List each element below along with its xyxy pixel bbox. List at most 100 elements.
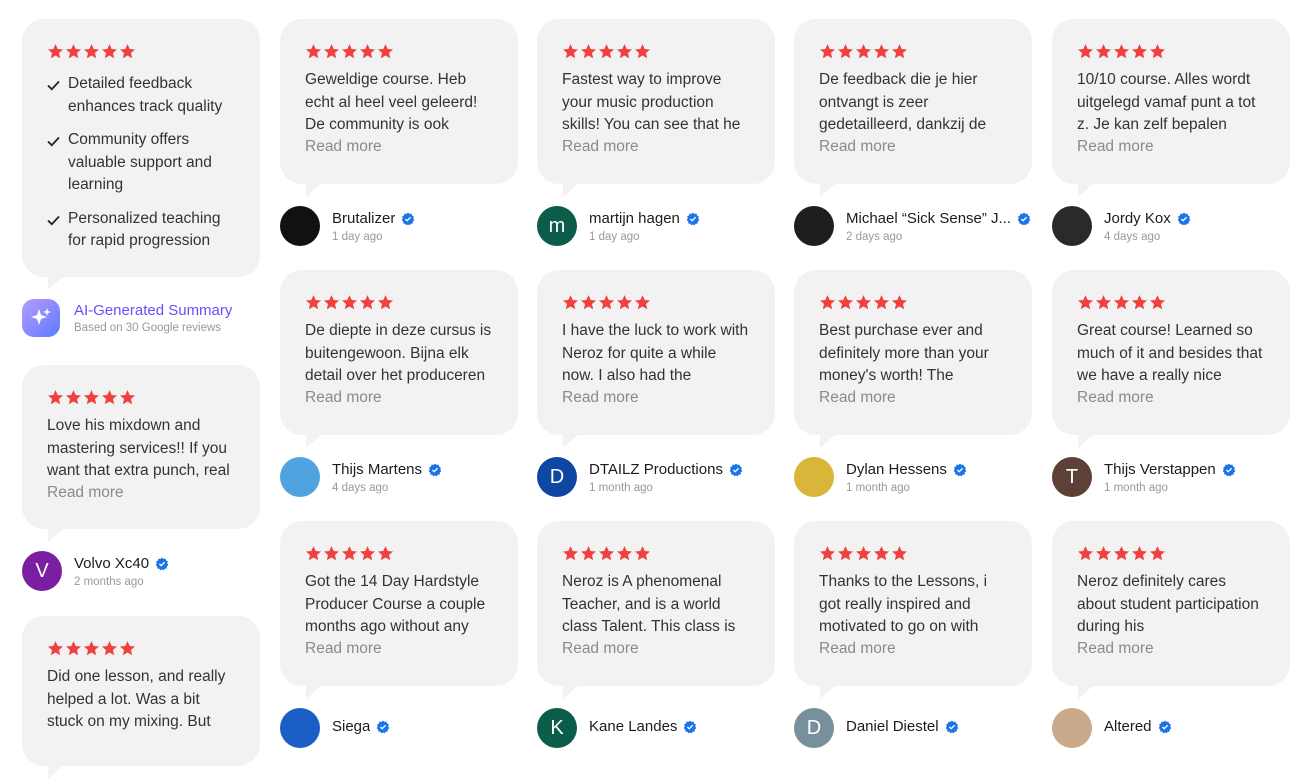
- rating-stars: [305, 294, 494, 314]
- author-name[interactable]: DTAILZ Productions: [589, 460, 723, 479]
- read-more-link[interactable]: Read more: [305, 136, 494, 158]
- review-time: 1 day ago: [332, 231, 383, 243]
- review-card: Neroz definitely cares about student par…: [1052, 521, 1290, 699]
- read-more-link[interactable]: Read more: [1077, 387, 1266, 409]
- verified-badge-icon: [684, 720, 697, 733]
- star-icon: [119, 389, 136, 406]
- avatar: D: [794, 708, 834, 748]
- rating-stars: [1077, 545, 1266, 565]
- author-name[interactable]: Jordy Kox: [1104, 209, 1171, 228]
- verified-badge-icon: [945, 720, 958, 733]
- verified-badge-icon: [1017, 212, 1031, 225]
- rating-stars: [1077, 294, 1266, 314]
- author-name[interactable]: Brutalizer: [332, 209, 395, 228]
- star-icon: [634, 43, 651, 60]
- review-time: 1 month ago: [846, 482, 910, 494]
- star-icon: [891, 43, 908, 60]
- read-more-link[interactable]: Read more: [562, 638, 751, 660]
- verified-badge-icon: [953, 463, 967, 476]
- review-author: Michael “Sick Sense” J... 2 days ago: [794, 205, 1031, 247]
- review-time: 4 days ago: [332, 482, 389, 494]
- author-name[interactable]: Dylan Hessens: [846, 460, 947, 479]
- author-name[interactable]: Thijs Martens: [332, 460, 422, 479]
- star-icon: [598, 294, 615, 311]
- review-author: K Kane Landes: [537, 707, 697, 749]
- rating-stars: [819, 545, 1008, 565]
- review-time: 2 months ago: [74, 576, 144, 588]
- star-icon: [855, 43, 872, 60]
- star-icon: [634, 545, 651, 562]
- summary-point: Detailed feedback enhances track quality: [47, 73, 236, 118]
- review-text: Love his mixdown and mastering services!…: [47, 417, 230, 479]
- review-time: 4 days ago: [1104, 231, 1161, 243]
- author-name[interactable]: Thijs Verstappen: [1104, 460, 1216, 479]
- star-icon: [119, 43, 136, 60]
- review-card: Neroz is A phenomenal Teacher, and is a …: [537, 521, 775, 699]
- author-name[interactable]: Kane Landes: [589, 717, 677, 736]
- author-name[interactable]: martijn hagen: [589, 209, 680, 228]
- read-more-link[interactable]: Read more: [305, 638, 494, 660]
- verified-badge-icon: [155, 557, 169, 570]
- read-more-link[interactable]: Read more: [562, 387, 751, 409]
- read-more-link[interactable]: Read more: [819, 638, 1008, 660]
- read-more-link[interactable]: Read more: [819, 387, 1008, 409]
- star-icon: [359, 43, 376, 60]
- review-card: Love his mixdown and mastering services!…: [22, 365, 260, 542]
- review-text: Did one lesson, and really helped a lot.…: [47, 668, 226, 730]
- read-more-link[interactable]: Read more: [1077, 638, 1266, 660]
- review-text: Geweldige course. Heb echt al heel veel …: [305, 71, 478, 133]
- summary-point: Personalized teaching for rapid progress…: [47, 208, 236, 253]
- author-name[interactable]: Altered: [1104, 717, 1152, 736]
- star-icon: [819, 43, 836, 60]
- author-name[interactable]: Daniel Diestel: [846, 717, 939, 736]
- rating-stars: [305, 43, 494, 63]
- read-more-link[interactable]: Read more: [47, 482, 236, 504]
- masked-photo-avatar: [1052, 206, 1092, 246]
- read-more-link[interactable]: Read more: [1077, 136, 1266, 158]
- star-icon: [101, 389, 118, 406]
- review-card: I have the luck to work with Neroz for q…: [537, 270, 775, 448]
- star-icon: [837, 294, 854, 311]
- star-icon: [1095, 545, 1112, 562]
- ai-summary-subtitle: Based on 30 Google reviews: [74, 322, 222, 334]
- check-icon: [47, 73, 61, 118]
- star-icon: [341, 545, 358, 562]
- star-icon: [1113, 545, 1130, 562]
- star-icon: [1077, 545, 1094, 562]
- verified-badge-icon: [686, 212, 700, 225]
- star-icon: [1077, 294, 1094, 311]
- star-icon: [855, 545, 872, 562]
- star-icon: [598, 545, 615, 562]
- star-icon: [580, 294, 597, 311]
- star-icon: [1149, 545, 1166, 562]
- read-more-link[interactable]: Read more: [305, 387, 494, 409]
- star-icon: [359, 294, 376, 311]
- summary-card: Detailed feedback enhances track quality…: [22, 19, 260, 290]
- avatar: m: [537, 206, 577, 246]
- rating-stars: [47, 640, 236, 660]
- star-icon: [1131, 545, 1148, 562]
- star-icon: [83, 43, 100, 60]
- review-author: D DTAILZ Productions 1 month ago: [537, 456, 743, 498]
- review-time: 1 month ago: [589, 482, 653, 494]
- review-text: 10/10 course. Alles wordt uitgelegd vama…: [1077, 71, 1256, 133]
- summary-point-text: Detailed feedback enhances track quality: [68, 75, 223, 115]
- yellow-photo-avatar: [794, 457, 834, 497]
- verified-badge-icon: [1177, 212, 1191, 225]
- review-author: m martijn hagen 1 day ago: [537, 205, 700, 247]
- read-more-link[interactable]: Read more: [819, 136, 1008, 158]
- verified-badge-icon: [402, 212, 415, 225]
- author-name[interactable]: Volvo Xc40: [74, 554, 149, 573]
- rating-stars: [47, 389, 236, 409]
- read-more-link[interactable]: Read more: [562, 136, 751, 158]
- review-text: Neroz is A phenomenal Teacher, and is a …: [562, 573, 736, 635]
- rating-stars: [305, 545, 494, 565]
- star-icon: [323, 43, 340, 60]
- author-name[interactable]: Michael “Sick Sense” J...: [846, 209, 1011, 228]
- rating-stars: [562, 294, 751, 314]
- star-icon: [377, 43, 394, 60]
- star-icon: [873, 545, 890, 562]
- ai-summary-title[interactable]: AI-Generated Summary: [74, 302, 232, 319]
- star-icon: [377, 545, 394, 562]
- author-name[interactable]: Siega: [332, 717, 370, 736]
